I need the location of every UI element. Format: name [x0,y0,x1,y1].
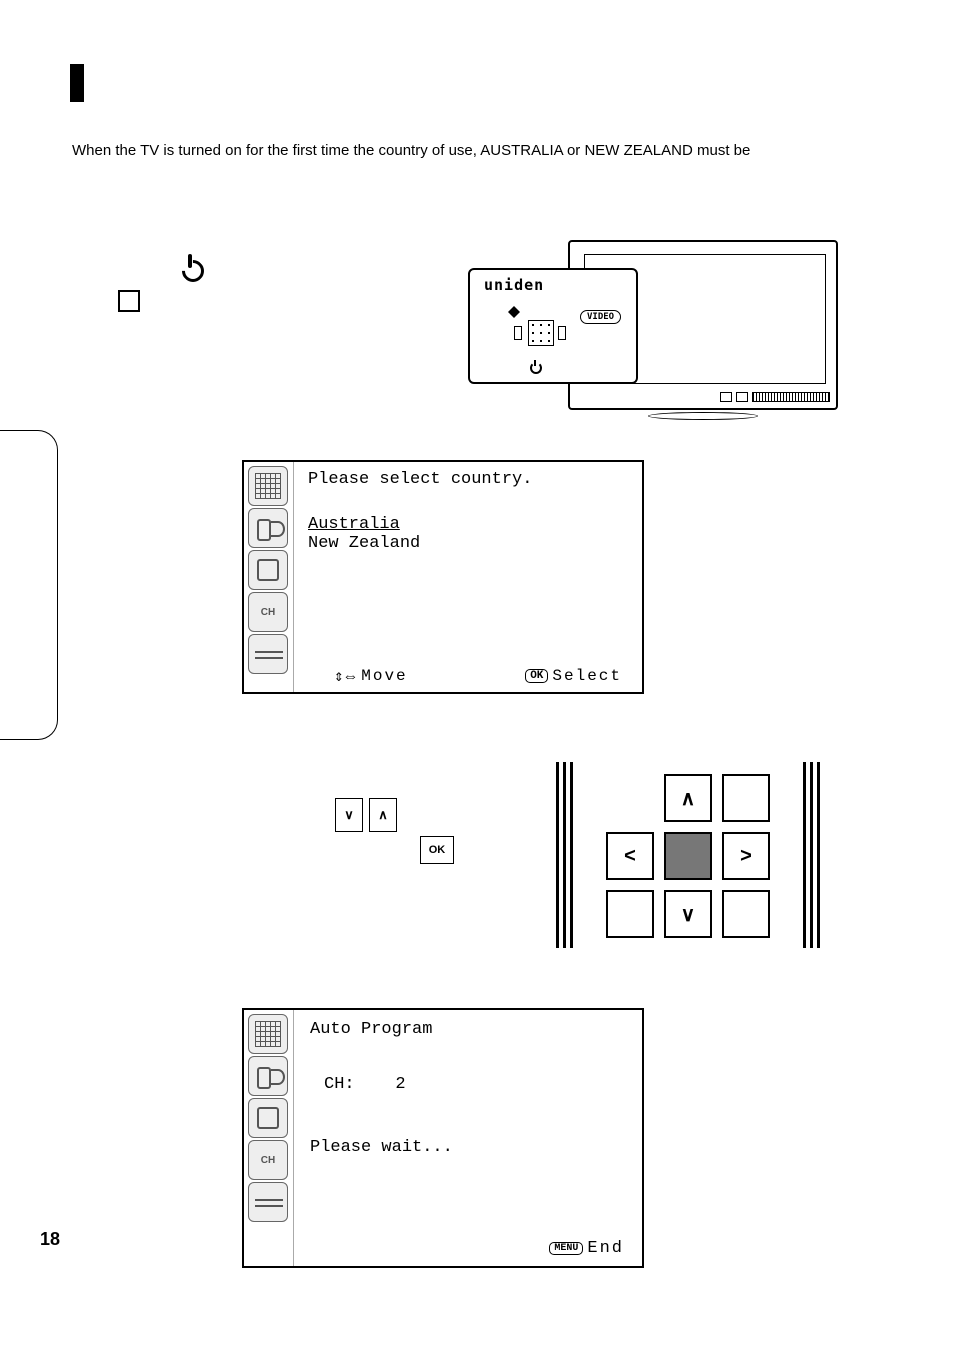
keypad-up: ∧ [664,774,712,822]
keypad-down: ∨ [664,890,712,938]
ok-chip-icon: OK [525,669,548,683]
remote-keypad-diagram: ∧ < > ∨ [556,762,820,948]
sound-menu-icon [248,508,288,548]
picture-menu-icon [248,1014,288,1054]
osd2-end-hint: MENU End [549,1239,624,1258]
setup-menu-icon [248,1182,288,1222]
step-badge-1 [50,254,92,296]
down-button-icon: ∨ [335,798,363,832]
osd-auto-program: Auto Program CH: 2 Please wait... MENU E… [242,1008,644,1268]
brand-logo: uniden [484,276,544,294]
tv-control-callout: uniden VIDEO [468,268,648,388]
side-tab [0,430,58,740]
osd-option-australia[interactable]: Australia [308,515,628,534]
osd2-ch-value: 2 [395,1075,405,1094]
ok-button-icon: OK [420,836,454,864]
osd-title: Please select country. [308,470,628,489]
setup-menu-icon [248,634,288,674]
up-button-icon: ∧ [369,798,397,832]
picture-menu-icon [248,466,288,506]
lead-paragraph: When the TV is turned on for the first t… [72,140,894,161]
osd-option-newzealand[interactable]: New Zealand [308,534,628,553]
osd2-ch-label: CH: [324,1075,355,1094]
power-icon [530,360,540,370]
checkbox-row [118,290,140,312]
down-arrow-icon [508,312,520,324]
sound-menu-icon [248,1056,288,1096]
keypad-blank [722,774,770,822]
up-arrow-icon [508,300,520,312]
channel-menu-icon [248,592,288,632]
osd-move-hint: ⇕⇔ Move [334,666,408,686]
channel-menu-icon [248,1140,288,1180]
keypad-right: > [722,832,770,880]
step-badge-2 [50,764,92,806]
osd2-title: Auto Program [310,1020,626,1039]
step2-arrow-buttons: ∨ ∧ [335,798,397,832]
menu-chip-icon: MENU [549,1242,583,1255]
nav-icon: ⇕⇔ [334,666,357,686]
osd2-wait: Please wait... [310,1138,626,1157]
keypad-ok [664,832,712,880]
checkbox-icon [118,290,140,312]
plus-button [558,326,566,340]
keypad-left: < [606,832,654,880]
minus-button [514,326,522,340]
keypad-blank [606,890,654,938]
screen-menu-icon [248,1098,288,1138]
screen-menu-icon [248,550,288,590]
page-number: 18 [40,1229,60,1250]
video-button: VIDEO [580,310,621,324]
osd-country-select: Please select country. Australia New Zea… [242,460,644,694]
keypad-blank [722,890,770,938]
sun-icon [528,320,554,346]
power-icon [178,256,202,280]
osd-select-hint: OK Select [525,666,622,686]
section-marker [70,64,84,102]
